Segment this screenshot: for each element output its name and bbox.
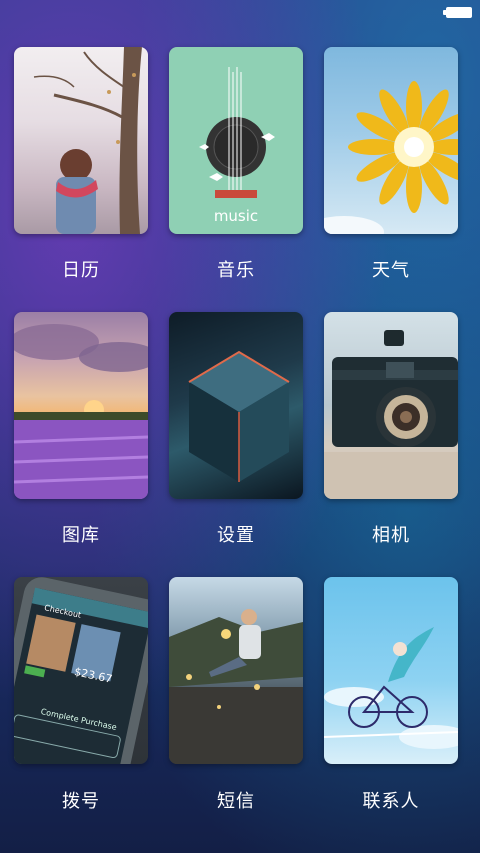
app-tile-weather[interactable] <box>324 47 458 234</box>
app-label-dialer: 拨号 <box>62 791 100 812</box>
cube-artwork <box>188 350 290 482</box>
camera-artwork <box>324 330 458 499</box>
app-label-contacts: 联系人 <box>362 791 420 812</box>
app-tile-calendar[interactable] <box>14 47 148 234</box>
calendar-artwork <box>33 47 142 234</box>
app-tile-music[interactable]: music <box>169 47 303 234</box>
app-label-settings: 设置 <box>217 525 255 546</box>
app-tile-settings[interactable] <box>169 312 303 499</box>
bicycle-girl-artwork <box>324 627 458 749</box>
app-tile-sms[interactable] <box>169 577 303 764</box>
app-label-music: 音乐 <box>217 260 255 281</box>
battery-icon <box>443 7 472 18</box>
app-label-sms: 短信 <box>217 791 255 812</box>
sunflower-artwork <box>324 81 458 234</box>
app-label-weather: 天气 <box>372 260 410 281</box>
guitar-artwork <box>199 67 275 198</box>
lavender-field-artwork <box>14 324 148 499</box>
app-label-calendar: 日历 <box>62 260 100 281</box>
app-label-camera: 相机 <box>372 525 410 546</box>
status-bar <box>0 0 480 24</box>
music-artwork-text: music <box>213 207 259 225</box>
app-label-gallery: 图库 <box>62 525 100 546</box>
app-tile-dialer[interactable]: Checkout $23.67 Complete Purchase <box>14 577 148 764</box>
app-tile-gallery[interactable] <box>14 312 148 499</box>
app-tile-contacts[interactable] <box>324 577 458 764</box>
person-jar-artwork <box>169 609 303 764</box>
app-tile-camera[interactable] <box>324 312 458 499</box>
